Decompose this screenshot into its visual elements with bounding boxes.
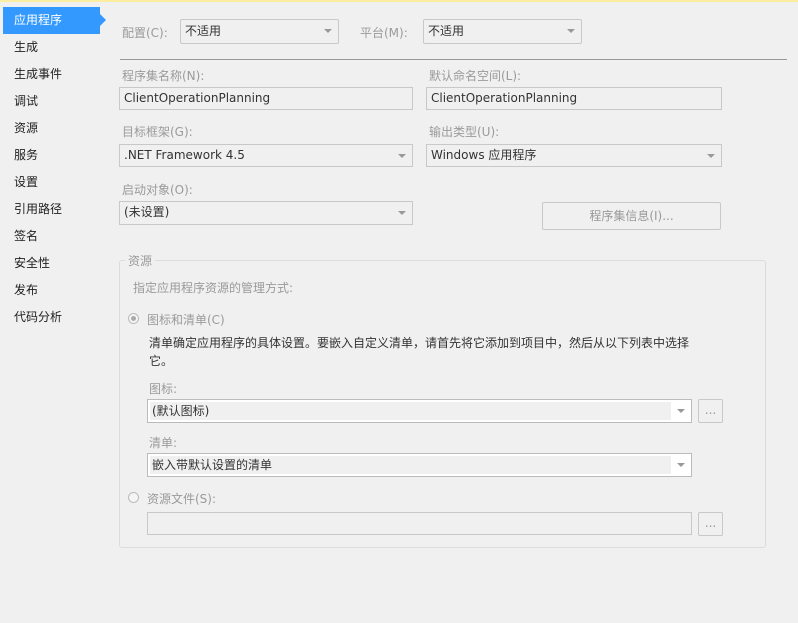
sidebar-item-resources[interactable]: 资源 (14, 115, 38, 142)
default-namespace-label: 默认命名空间(L): (429, 69, 522, 83)
sidebar-item-signing[interactable]: 签名 (14, 223, 38, 250)
resource-file-radio-label: 资源文件(S): (147, 492, 217, 506)
sidebar-item-build-events[interactable]: 生成事件 (14, 61, 62, 88)
top-highlight-bar (0, 0, 798, 2)
resource-file-browse-button[interactable]: ... (698, 512, 723, 536)
startup-object-dropdown[interactable]: (未设置) (119, 201, 413, 225)
sidebar-item-security[interactable]: 安全性 (14, 250, 50, 277)
sidebar-item-application[interactable]: 应用程序 (3, 7, 106, 34)
separator (120, 59, 787, 60)
manifest-help-text-line2: 它。 (149, 354, 174, 368)
chevron-down-icon (677, 463, 685, 467)
target-framework-dropdown[interactable]: .NET Framework 4.5 (119, 144, 413, 167)
icon-dropdown[interactable]: (默认图标) (147, 399, 692, 423)
icon-value: (默认图标) (150, 402, 671, 420)
chevron-down-icon (324, 29, 332, 33)
icon-manifest-radio[interactable] (128, 313, 139, 324)
sidebar-item-publish[interactable]: 发布 (14, 277, 38, 304)
platform-value: 不适用 (428, 24, 465, 38)
icon-label: 图标: (149, 382, 178, 396)
icon-manifest-radio-label: 图标和清单(C) (147, 313, 225, 327)
chevron-down-icon (567, 29, 575, 33)
manifest-dropdown[interactable]: 嵌入带默认设置的清单 (147, 453, 692, 477)
resources-description: 指定应用程序资源的管理方式: (133, 281, 294, 295)
startup-object-label: 启动对象(O): (122, 183, 193, 197)
manifest-label: 清单: (149, 436, 178, 450)
icon-browse-button[interactable]: ... (698, 399, 723, 423)
output-type-dropdown[interactable]: Windows 应用程序 (426, 144, 722, 167)
platform-label: 平台(M): (360, 26, 408, 40)
sidebar-item-code-analysis[interactable]: 代码分析 (14, 304, 62, 331)
chevron-down-icon (677, 409, 685, 413)
config-dropdown[interactable]: 不适用 (180, 19, 339, 44)
manifest-help-text-line1: 清单确定应用程序的具体设置。要嵌入自定义清单，请首先将它添加到项目中，然后从以下… (149, 336, 690, 350)
sidebar-item-debug[interactable]: 调试 (14, 88, 38, 115)
sidebar-item-build[interactable]: 生成 (14, 34, 38, 61)
target-framework-value: .NET Framework 4.5 (124, 148, 245, 162)
output-type-label: 输出类型(U): (429, 125, 500, 139)
chevron-down-icon (398, 154, 406, 158)
startup-object-value: (未设置) (124, 205, 170, 219)
sidebar-item-settings[interactable]: 设置 (14, 169, 38, 196)
default-namespace-input[interactable]: ClientOperationPlanning (426, 87, 722, 110)
platform-dropdown[interactable]: 不适用 (423, 19, 582, 44)
config-value: 不适用 (185, 24, 222, 38)
resources-group-title: 资源 (125, 252, 156, 269)
sidebar-item-reference-paths[interactable]: 引用路径 (14, 196, 62, 223)
chevron-down-icon (707, 154, 715, 158)
resource-file-input[interactable] (147, 512, 692, 535)
chevron-down-icon (398, 211, 406, 215)
resource-file-radio[interactable] (128, 492, 139, 503)
sidebar-item-services[interactable]: 服务 (14, 142, 38, 169)
config-label: 配置(C): (122, 26, 168, 40)
manifest-value: 嵌入带默认设置的清单 (150, 456, 671, 474)
assembly-info-button[interactable]: 程序集信息(I)... (542, 202, 721, 230)
assembly-name-input[interactable]: ClientOperationPlanning (119, 87, 413, 110)
target-framework-label: 目标框架(G): (122, 125, 193, 139)
assembly-name-label: 程序集名称(N): (122, 69, 205, 83)
output-type-value: Windows 应用程序 (431, 148, 537, 162)
